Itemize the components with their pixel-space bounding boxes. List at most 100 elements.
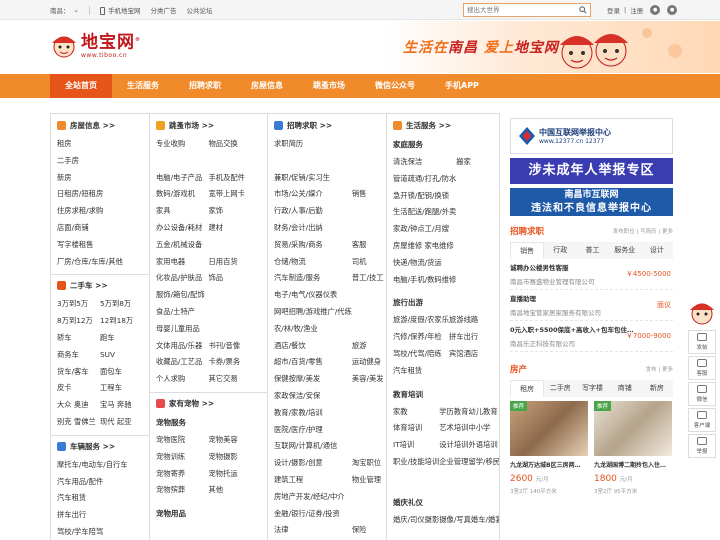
used-car-link[interactable]: 12到18万 — [100, 313, 143, 330]
travel-link[interactable]: 汽车租赁 — [393, 363, 449, 380]
login-link[interactable]: 登录 — [607, 5, 620, 15]
nav-mobile-app[interactable]: 手机APP — [430, 74, 494, 98]
housing-link[interactable]: 租房 — [51, 136, 149, 153]
user-icon[interactable]: ● — [667, 5, 678, 15]
wedding-link[interactable]: 摄影摄像/写真 — [425, 512, 471, 529]
education-link[interactable]: 幼儿教育 — [468, 404, 499, 421]
flea-market-link[interactable]: 家用电器 — [156, 254, 209, 271]
site-logo[interactable]: 地宝网® www.tiboo.cn — [50, 31, 141, 59]
job-category-link[interactable]: 设计/摄影/创意 — [274, 455, 352, 472]
car-service-link[interactable]: 汽车租赁 — [51, 490, 149, 507]
housing-tab[interactable]: 新房 — [641, 380, 673, 397]
home-service-link[interactable]: 急开锁/配钥/换锁 — [393, 188, 456, 205]
job-category-link[interactable]: 求职简历 — [274, 136, 352, 153]
flea-market-link[interactable]: 饰品 — [209, 270, 262, 287]
nav-housing[interactable]: 房屋信息 — [236, 74, 298, 98]
pets-header[interactable]: 家有宠物 >> — [150, 391, 267, 414]
flea-market-link[interactable]: 其它交易 — [209, 371, 262, 388]
life-services-header[interactable]: 生活服务 >> — [387, 114, 499, 136]
wechat-button[interactable]: 微信 — [688, 382, 716, 406]
flea-market-link[interactable]: 办公设备/耗材 — [156, 220, 209, 237]
job-category-link[interactable]: 保健按摩/美发 — [274, 371, 352, 388]
job-category-link[interactable]: 司机 — [352, 254, 384, 271]
job-category-link[interactable]: 贸易/采购/商务 — [274, 237, 352, 254]
used-car-link[interactable]: 8万到12万 — [57, 313, 100, 330]
job-category-link[interactable]: 电子/电气/仪器仪表 — [274, 287, 352, 304]
flea-market-link[interactable]: 家饰 — [209, 203, 262, 220]
wedding-link[interactable]: 婚车/婚宴/婚纱 — [471, 512, 499, 529]
education-link[interactable]: 学历教育 — [439, 404, 468, 421]
house-photo[interactable]: 推荐 — [594, 401, 672, 456]
pet-service-link[interactable]: 宠物美容 — [209, 432, 262, 449]
jobs-more-links[interactable]: 发布职位 | 写简历 | 更多 — [613, 227, 673, 235]
job-category-link[interactable]: 普工/技工 — [352, 270, 384, 287]
nav-wechat[interactable]: 微信公众号 — [360, 74, 430, 98]
pet-service-link[interactable]: 宠物寄养 — [156, 466, 209, 483]
home-service-link[interactable]: 生活配送/跑腿/外卖 — [393, 204, 456, 221]
used-car-link[interactable]: 3万到5万 — [57, 296, 100, 313]
used-car-link[interactable]: 现代 起亚 — [100, 414, 143, 431]
flea-market-link[interactable]: 服饰/箱包/配饰 — [156, 287, 209, 304]
education-link[interactable]: 家教 — [393, 404, 439, 421]
classified-ads-link[interactable]: 分类广告 — [150, 5, 176, 15]
search-input[interactable] — [464, 4, 576, 16]
car-service-link[interactable]: 驾校/学车陪驾 — [51, 524, 149, 540]
travel-link[interactable]: 旅游/度假/农家乐 — [393, 312, 449, 329]
flea-market-link[interactable]: 卡券/票务 — [209, 354, 262, 371]
home-service-link[interactable]: 家政/钟点工/月嫂 — [393, 221, 456, 238]
forum-link[interactable]: 公共论坛 — [186, 5, 212, 15]
house-listing[interactable]: 推荐 九龙湖万达城B区三房两… 2600 元/月 3室2厅 140平方米 — [510, 401, 588, 495]
housing-more-links[interactable]: 发布 | 更多 — [646, 365, 673, 373]
home-service-link[interactable]: 房屋维修 家电维修 — [393, 238, 456, 255]
job-category-link[interactable]: 汽车制造/服务 — [274, 270, 352, 287]
housing-tab[interactable]: 租房 — [510, 380, 545, 397]
job-listing[interactable]: 直播助理 面议 南昌地宝管家居家服务有限公司 — [510, 294, 673, 321]
report-button[interactable]: 举报 — [688, 434, 716, 458]
house-title[interactable]: 九龙湖国博二期拎包入住… — [594, 460, 672, 469]
housing-header[interactable]: 房屋信息 >> — [51, 114, 149, 136]
used-car-link[interactable]: 商务车 — [57, 347, 100, 364]
job-category-link[interactable]: 家政保洁/安保 — [274, 388, 352, 405]
housing-tab[interactable]: 写字楼 — [576, 380, 608, 397]
job-category-link[interactable]: 酒店/餐饮 — [274, 338, 352, 355]
education-link[interactable]: 体育培训 — [393, 420, 439, 437]
app-download-button[interactable]: 客户端 — [688, 408, 716, 432]
search-button[interactable] — [576, 4, 590, 16]
job-listing[interactable]: 诚聘办公楼男性客服 ￥4500-5000 南昌市赛盛物业管理有限公司 — [510, 263, 673, 290]
travel-link[interactable]: 拼车出行 — [449, 329, 493, 346]
nav-life-services[interactable]: 生活服务 — [112, 74, 174, 98]
housing-tab[interactable]: 二手房 — [544, 380, 576, 397]
home-service-link[interactable]: 搬家 — [456, 154, 493, 171]
housing-link[interactable]: 店面/商铺 — [51, 220, 149, 237]
pet-service-link[interactable]: 宠物托运 — [209, 466, 262, 483]
home-service-link[interactable]: 管道疏通/打孔/防水 — [393, 171, 456, 188]
education-link[interactable]: 职业/技能培训 — [393, 454, 439, 471]
used-car-link[interactable]: 跑车 — [100, 330, 143, 347]
flea-market-link[interactable]: 母婴儿童用品 — [156, 321, 209, 338]
nanchang-report-banner[interactable]: 南昌市互联网 违法和不良信息举报中心 — [510, 188, 673, 216]
education-link[interactable]: 留学/移民/签证 — [468, 454, 499, 471]
used-car-link[interactable]: 大众 奥迪 — [57, 397, 100, 414]
flea-market-link[interactable]: 数码/游戏机 — [156, 186, 209, 203]
job-category-link[interactable]: 建筑工程 — [274, 472, 352, 489]
pet-service-link[interactable]: 宠物医院 — [156, 432, 209, 449]
job-tab[interactable]: 设计 — [641, 242, 673, 259]
job-tab[interactable]: 销售 — [510, 242, 545, 259]
housing-link[interactable]: 二手房 — [51, 153, 149, 170]
job-category-link[interactable]: 医院/医疗/护理 — [274, 422, 352, 439]
job-category-link[interactable]: 销售 — [352, 186, 384, 203]
flea-market-link[interactable]: 个人求购 — [156, 371, 209, 388]
car-service-link[interactable]: 摩托车/电动车/自行车 — [51, 457, 149, 474]
flea-market-link[interactable]: 食品/土特产 — [156, 304, 209, 321]
mobile-site-link[interactable]: 手机地宝网 — [99, 5, 140, 15]
used-car-link[interactable]: 工程车 — [100, 380, 143, 397]
job-category-link[interactable]: 客服 — [352, 237, 384, 254]
flea-market-link[interactable]: 文体用品/乐器 — [156, 338, 209, 355]
flea-market-header[interactable]: 跳蚤市场 >> — [150, 114, 267, 136]
education-link[interactable]: 中小学 — [468, 420, 499, 437]
job-category-link[interactable]: 房地产开发/经纪/中介 — [274, 489, 352, 506]
flea-market-link[interactable]: 五金/机械设备 — [156, 237, 209, 254]
job-category-link[interactable]: 金融/银行/证券/投资 — [274, 506, 352, 523]
education-link[interactable]: 设计培训 — [439, 437, 468, 454]
travel-link[interactable]: 宾馆酒店 — [449, 346, 493, 363]
